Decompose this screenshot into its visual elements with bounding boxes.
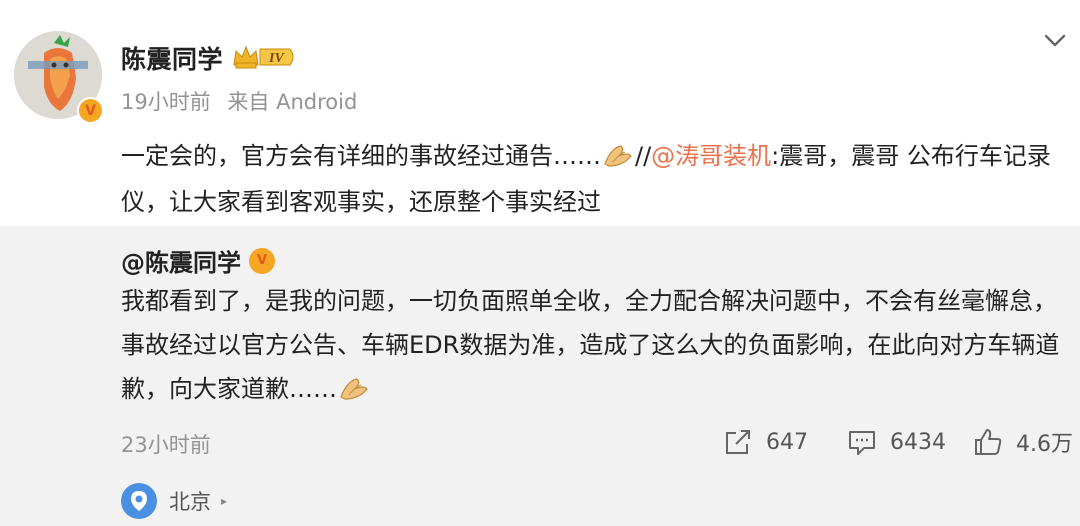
share-icon: [726, 430, 750, 454]
svg-text:IV: IV: [268, 51, 285, 66]
comment-action[interactable]: 6434: [846, 424, 946, 460]
author-name[interactable]: 陈震同学: [121, 40, 223, 76]
location-pin-icon: [121, 483, 157, 519]
share-action[interactable]: 647: [722, 424, 808, 460]
folded-hands-icon: [604, 145, 632, 167]
mention-link[interactable]: @涛哥装机: [651, 142, 771, 170]
caret-right-icon: ▸: [221, 494, 228, 508]
post-content: 一定会的，官方会有详细的事故经过通告…… //@涛哥装机:震哥，震哥 公布行车记…: [121, 142, 1051, 216]
repost-author[interactable]: @陈震同学 V: [121, 243, 275, 278]
level-badge: IV: [232, 43, 298, 71]
location-tag[interactable]: 北京 ▸: [121, 483, 227, 519]
share-count: 647: [766, 429, 808, 455]
repost-box[interactable]: @陈震同学 V 我都看到了，是我的问题，一切负面照单全收，全力配合解决问题中，不…: [0, 226, 1080, 526]
location-name: 北京: [169, 490, 211, 514]
like-action[interactable]: 4.6万: [972, 424, 1073, 460]
verified-badge-icon: V: [77, 97, 104, 124]
verified-badge-icon: V: [249, 247, 275, 274]
comment-count: 6434: [890, 429, 946, 455]
chevron-down-icon[interactable]: [1040, 28, 1070, 52]
weibo-post-card: V 陈震同学 IV 19小时前 来自 Android 一定会的，官方会有详细的事…: [0, 0, 1080, 526]
folded-hands-icon: [340, 378, 368, 400]
post-source: 来自 Android: [227, 90, 358, 114]
thumbs-up-icon: [975, 429, 1002, 455]
comment-icon: [849, 431, 875, 455]
repost-time: 23小时前: [121, 433, 211, 457]
post-meta: 19小时前 来自 Android: [121, 86, 367, 116]
repost-text: 我都看到了，是我的问题，一切负面照单全收，全力配合解决问题中，不会有丝毫懈怠，事…: [121, 287, 1060, 403]
like-count: 4.6万: [1016, 432, 1073, 457]
crown-level-icon: IV: [233, 45, 294, 69]
post-time: 19小时前: [121, 90, 211, 114]
